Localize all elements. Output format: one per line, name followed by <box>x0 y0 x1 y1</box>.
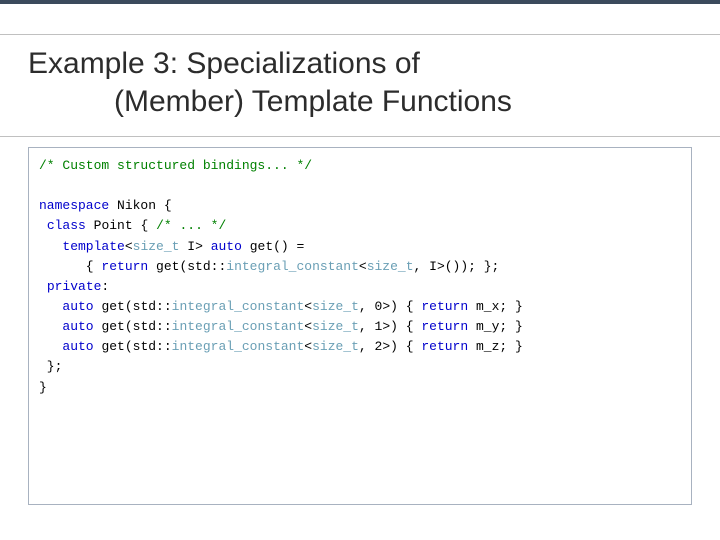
slide-accent-bar <box>0 0 720 4</box>
code-comment: /* Custom structured bindings... */ <box>39 158 312 173</box>
code-block: /* Custom structured bindings... */ name… <box>28 147 692 505</box>
title-line-2: (Member) Template Functions <box>28 83 692 121</box>
title-line-1: Example 3: Specializations of <box>28 47 420 80</box>
slide-title: Example 3: Specializations of (Member) T… <box>28 45 692 120</box>
slide-divider-under-title <box>0 136 720 137</box>
